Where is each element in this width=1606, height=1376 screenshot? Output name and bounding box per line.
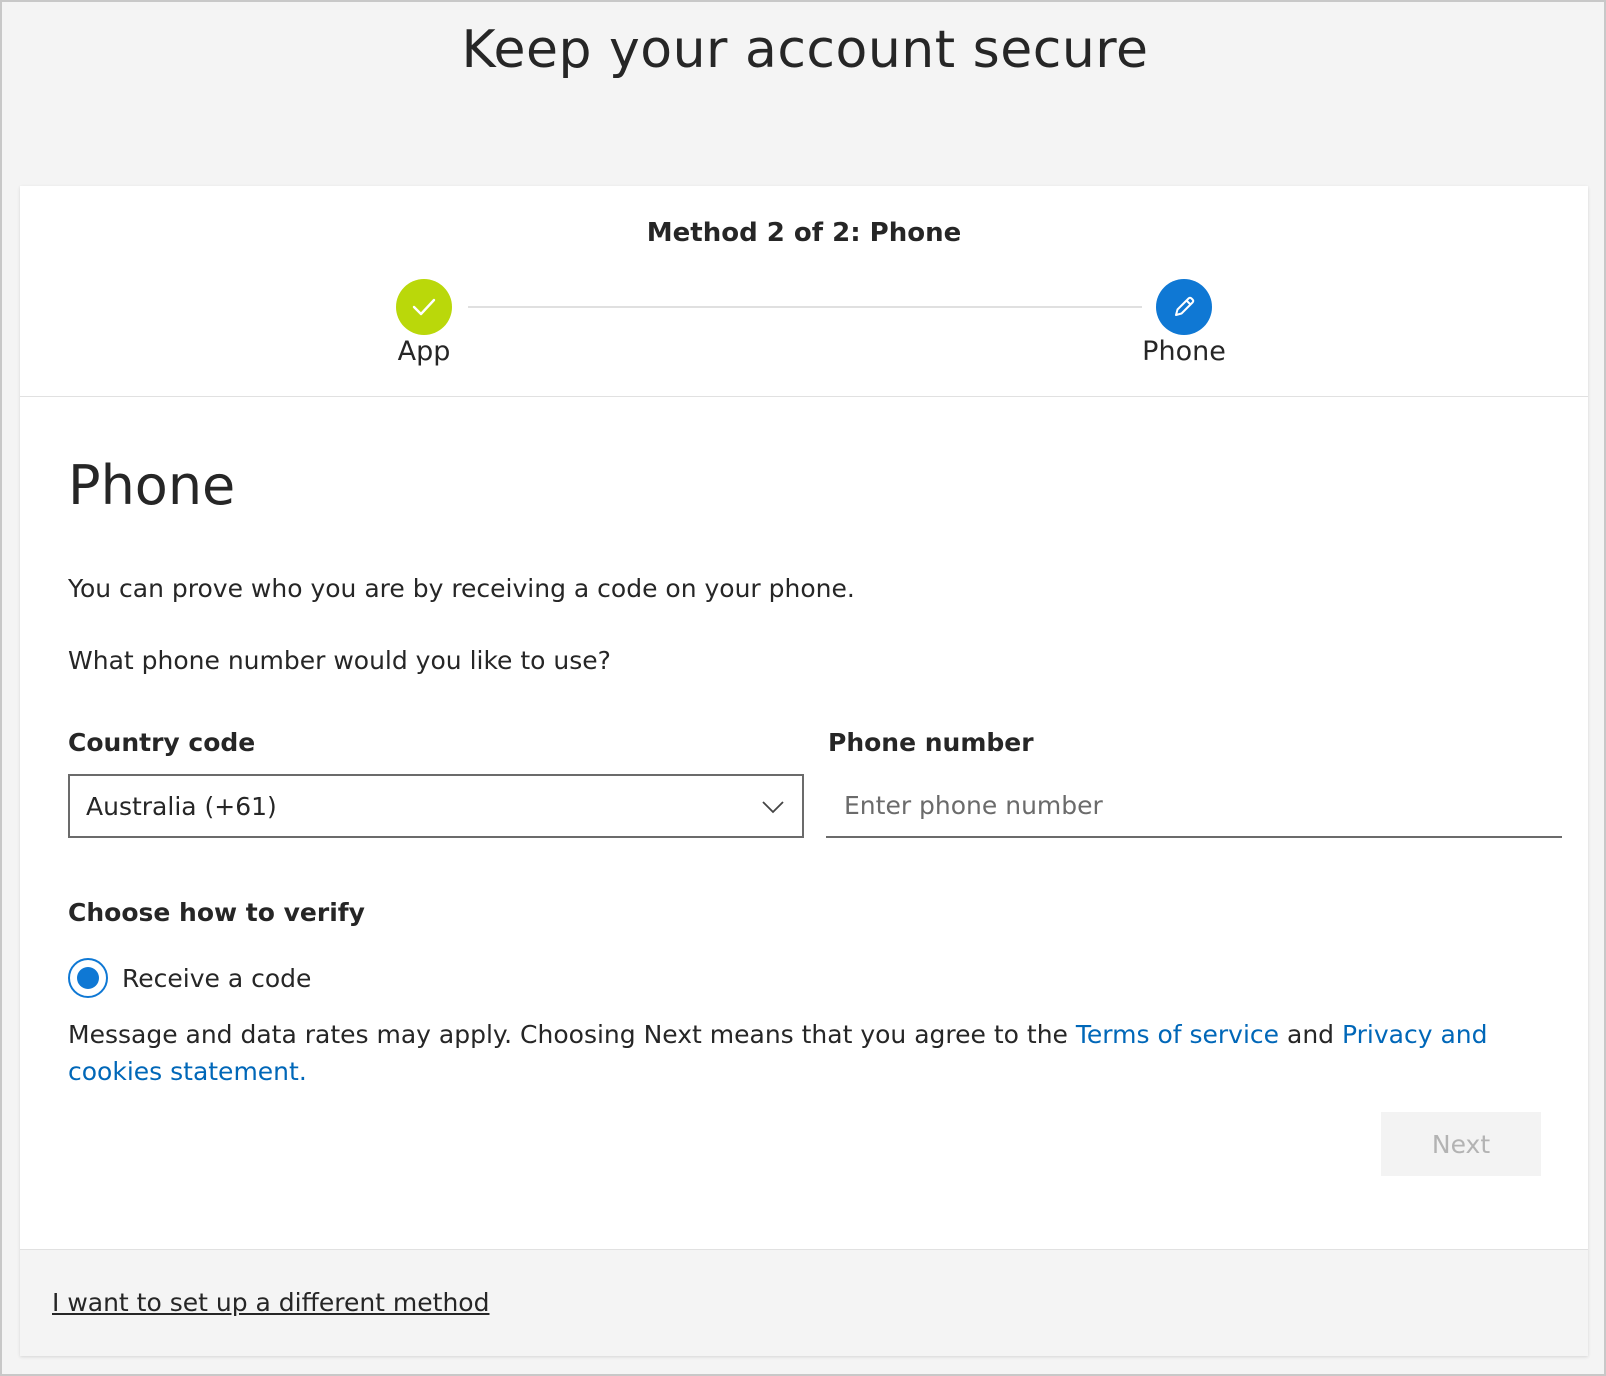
section-description: You can prove who you are by receiving a… — [68, 574, 855, 603]
rates-disclaimer: Message and data rates may apply. Choosi… — [68, 1016, 1498, 1090]
chevron-down-icon — [762, 801, 784, 814]
step-phone-label: Phone — [1142, 336, 1226, 367]
window-frame: Keep your account secure Method 2 of 2: … — [0, 0, 1606, 1376]
phone-number-label: Phone number — [828, 728, 1034, 757]
phone-number-input[interactable] — [826, 774, 1562, 838]
different-method-link[interactable]: I want to set up a different method — [52, 1288, 489, 1317]
pencil-icon — [1175, 296, 1195, 316]
phone-question: What phone number would you like to use? — [68, 646, 611, 675]
country-code-label: Country code — [68, 728, 256, 757]
checkmark-icon — [412, 298, 436, 316]
country-code-value: Australia (+61) — [86, 791, 277, 821]
verify-method-title: Choose how to verify — [68, 898, 365, 927]
next-button[interactable]: Next — [1381, 1112, 1541, 1176]
receive-code-label: Receive a code — [122, 963, 312, 993]
step-heading: Method 2 of 2: Phone — [646, 218, 962, 248]
radio-selected-dot — [77, 967, 99, 989]
receive-code-option[interactable]: Receive a code — [68, 956, 311, 1000]
terms-of-service-link[interactable]: Terms of service — [1076, 1020, 1279, 1049]
stepper-progress-line — [468, 306, 1142, 308]
country-code-select[interactable]: Australia (+61) — [68, 774, 804, 838]
method-stepper: Method 2 of 2: Phone App Phone — [20, 186, 1588, 397]
page-title: Keep your account secure — [461, 20, 1149, 80]
step-app-indicator — [396, 279, 452, 335]
disclaimer-text-middle: and — [1279, 1020, 1342, 1049]
step-phone-indicator — [1156, 279, 1212, 335]
section-title: Phone — [68, 454, 236, 517]
setup-card: Method 2 of 2: Phone App Phone Phone You… — [20, 186, 1588, 1356]
card-footer: I want to set up a different method — [20, 1249, 1588, 1356]
receive-code-radio[interactable] — [68, 958, 108, 998]
step-app-label: App — [397, 336, 451, 367]
disclaimer-text-before: Message and data rates may apply. Choosi… — [68, 1020, 1076, 1049]
